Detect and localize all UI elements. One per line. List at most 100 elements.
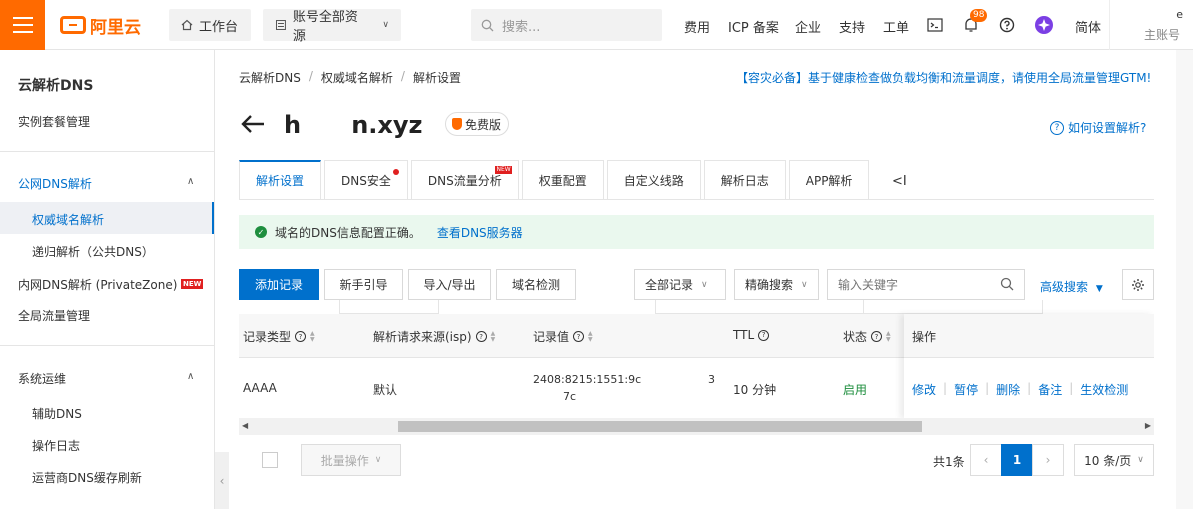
top-bar: 阿里云 工作台 账号全部资源 ∨ 搜索... 费用 ICP 备案 企业 支持 工… — [0, 0, 1193, 50]
page-number-button[interactable]: 1 — [1001, 444, 1033, 476]
chevron-down-icon: ∨ — [382, 20, 389, 30]
aliyun-logo[interactable]: 阿里云 — [60, 14, 141, 38]
sidebar-group-public-dns[interactable]: 公网DNS解析 — [18, 175, 92, 192]
sidebar-title: 云解析DNS — [18, 78, 94, 94]
hamburger-menu-icon[interactable] — [0, 0, 45, 50]
prev-page-button[interactable]: ‹ — [970, 444, 1002, 476]
global-search-input[interactable]: 搜索... — [471, 9, 662, 41]
red-dot-indicator — [392, 169, 399, 175]
records-table: 记录类型? ▲ ▼ 解析请求来源(isp)? ▲ ▼ 记录值? ▲ ▼ TTL? 状态? ▲ ▼… — [239, 300, 1154, 435]
cell-value-line1: 2408:8215:1551:9c — [533, 373, 642, 386]
beginner-guide-button[interactable]: 新手引导 — [324, 269, 403, 300]
col-header-status[interactable]: 状态? ▲ ▼ — [843, 328, 891, 345]
enterprise-link[interactable]: 企业 — [795, 17, 821, 36]
gtm-notice-link[interactable]: 【容灾必备】基于健康检查做负载均衡和流量调度，请使用全局流量管理GTM! — [736, 69, 1151, 86]
sidebar-item-isp-flush[interactable]: 运营商DNS缓存刷新 — [32, 469, 142, 486]
sort-icon: ▲ ▼ — [310, 329, 315, 343]
import-export-button[interactable]: 导入/导出 — [408, 269, 491, 300]
tab-scroll-left-icon[interactable]: <I — [892, 174, 907, 189]
search-icon[interactable] — [1000, 277, 1014, 291]
tab-dns-traffic[interactable]: DNS流量分析 NEW — [410, 160, 519, 200]
scrollbar-thumb[interactable] — [398, 421, 922, 432]
sidebar-collapse-handle[interactable]: ‹ — [215, 452, 229, 509]
col-header-type[interactable]: 记录类型? ▲ ▼ — [243, 328, 315, 345]
pause-link[interactable]: 暂停 — [954, 381, 978, 398]
breadcrumb-item[interactable]: 权威域名解析 — [321, 69, 393, 86]
search-mode-select[interactable]: 精确搜索 ∨ — [734, 269, 819, 300]
support-link[interactable]: 支持 — [839, 17, 865, 36]
tab-resolve-settings[interactable]: 解析设置 — [239, 160, 322, 200]
sort-icon: ▲ ▼ — [490, 329, 496, 343]
breadcrumb-item: 解析设置 — [412, 71, 461, 85]
effect-check-link[interactable]: 生效检测 — [1080, 381, 1128, 398]
batch-operation-button[interactable]: 批量操作 ∨ — [301, 444, 401, 476]
question-icon: ? — [1050, 120, 1064, 135]
terminal-icon[interactable] — [925, 15, 945, 35]
tab-resolve-log[interactable]: 解析日志 — [703, 160, 786, 200]
chevron-up-icon[interactable]: ∧ — [187, 371, 194, 382]
check-circle-icon: ✓ — [255, 226, 267, 238]
horizontal-scrollbar[interactable]: ◀ ▶ — [239, 418, 1154, 435]
home-icon — [181, 19, 193, 31]
col-header-ttl[interactable]: TTL? — [733, 328, 770, 342]
question-icon: ? — [871, 331, 883, 342]
sidebar-item-instance[interactable]: 实例套餐管理 — [18, 113, 90, 130]
keyword-search-input[interactable] — [827, 269, 1025, 300]
question-icon: ? — [573, 331, 585, 342]
sidebar-item-private-zone[interactable]: 内网DNS解析 (PrivateZone) — [18, 276, 177, 293]
scroll-left-arrow-icon[interactable]: ◀ — [242, 421, 248, 430]
column-settings-button[interactable] — [1122, 269, 1154, 300]
sidebar-item-oplog[interactable]: 操作日志 — [32, 437, 80, 454]
add-record-button[interactable]: 添加记录 — [239, 269, 319, 300]
select-all-checkbox[interactable] — [262, 452, 278, 468]
sidebar-item-assist-dns[interactable]: 辅助DNS — [32, 405, 82, 422]
account-menu[interactable]: e 主账号 — [1109, 0, 1193, 50]
chevron-left-icon: ‹ — [983, 453, 989, 467]
edit-link[interactable]: 修改 — [912, 381, 936, 398]
advanced-search-link[interactable]: 高级搜索 ▼ — [1040, 278, 1103, 295]
vertical-scrollbar[interactable] — [1176, 50, 1193, 509]
cell-isp: 默认 — [373, 383, 398, 397]
record-filter-select[interactable]: 全部记录 ∨ — [634, 269, 726, 300]
remark-link[interactable]: 备注 — [1038, 381, 1062, 398]
next-page-button[interactable]: › — [1032, 444, 1064, 476]
breadcrumb-item[interactable]: 云解析DNS — [239, 69, 301, 86]
cell-status: 启用 — [843, 383, 868, 397]
workbench-button[interactable]: 工作台 — [169, 9, 251, 41]
ticket-link[interactable]: 工单 — [883, 17, 909, 36]
ai-assistant-icon[interactable] — [1034, 15, 1054, 35]
how-to-resolve-link[interactable]: ? 如何设置解析? — [1050, 119, 1146, 136]
col-header-isp[interactable]: 解析请求来源(isp)? ▲ ▼ — [373, 328, 495, 345]
sidebar-item-authoritative[interactable]: 权威域名解析 — [32, 211, 104, 228]
sidebar-item-recursive[interactable]: 递归解析（公共DNS） — [32, 243, 154, 260]
back-arrow-icon[interactable] — [240, 112, 266, 136]
tab-custom-line[interactable]: 自定义线路 — [606, 160, 701, 200]
new-badge: NEW — [495, 166, 512, 174]
tab-weight[interactable]: 权重配置 — [521, 160, 604, 200]
billing-link[interactable]: 费用 — [684, 17, 710, 36]
delete-link[interactable]: 删除 — [996, 381, 1020, 398]
icp-link[interactable]: ICP 备案 — [728, 17, 779, 36]
resources-dropdown[interactable]: 账号全部资源 ∨ — [263, 9, 401, 44]
question-icon: ? — [295, 331, 307, 342]
page-size-select[interactable]: 10 条/页 ∨ — [1074, 444, 1154, 476]
account-type: 主账号 — [1144, 28, 1181, 42]
sidebar-item-gtm[interactable]: 全局流量管理 — [18, 307, 90, 324]
col-header-value[interactable]: 记录值? ▲ ▼ — [533, 328, 593, 345]
view-dns-servers-link[interactable]: 查看DNS服务器 — [437, 224, 523, 241]
scroll-right-arrow-icon[interactable]: ▶ — [1145, 421, 1151, 430]
tab-app-resolve[interactable]: APP解析 — [788, 160, 870, 200]
language-switch[interactable]: 简体 — [1075, 17, 1101, 36]
col-header-ops: 操作 — [904, 314, 1154, 358]
dropdown-stub — [339, 300, 439, 314]
free-edition-tag: 免费版 — [445, 112, 510, 136]
tab-dns-security[interactable]: DNS安全 — [324, 160, 408, 200]
chevron-up-icon[interactable]: ∧ — [187, 176, 194, 187]
sort-icon: ▲ ▼ — [588, 329, 593, 343]
dns-status-banner: ✓ 域名的DNS信息配置正确。 查看DNS服务器 — [239, 215, 1154, 249]
domain-check-button[interactable]: 域名检测 — [496, 269, 576, 300]
search-icon — [481, 19, 494, 31]
sidebar-group-ops[interactable]: 系统运维 — [18, 370, 66, 387]
help-icon[interactable] — [997, 15, 1017, 35]
domain-title: h n.xyz — [284, 111, 423, 139]
